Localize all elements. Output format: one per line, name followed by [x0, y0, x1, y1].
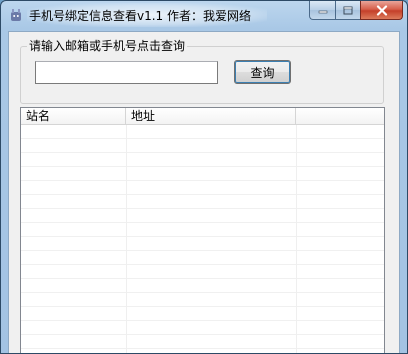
maximize-button[interactable] [335, 1, 360, 20]
main-window: 手机号绑定信息查看v1.1 作者：我爱网络 请输入邮箱或手机号点击查询 查询 站… [0, 0, 408, 354]
client-area: 请输入邮箱或手机号点击查询 查询 站名 地址 [8, 31, 400, 353]
grid-line [296, 125, 297, 353]
title-bar[interactable]: 手机号绑定信息查看v1.1 作者：我爱网络 [1, 1, 407, 31]
close-button[interactable] [360, 1, 403, 20]
window-title: 手机号绑定信息查看v1.1 作者：我爱网络 [29, 9, 252, 23]
search-group-label: 请输入邮箱或手机号点击查询 [27, 39, 188, 53]
caption-buttons [309, 1, 403, 21]
minimize-icon [318, 10, 327, 14]
grid-line [126, 125, 127, 353]
column-header-empty[interactable] [296, 108, 384, 125]
column-header-site-name[interactable]: 站名 [21, 108, 126, 125]
listview-body[interactable] [21, 125, 384, 353]
column-header-address[interactable]: 地址 [126, 108, 296, 125]
app-icon [11, 9, 21, 21]
maximize-icon [343, 6, 353, 14]
close-icon [376, 4, 387, 16]
results-listview[interactable]: 站名 地址 [20, 107, 385, 353]
minimize-button[interactable] [309, 1, 335, 20]
email-or-phone-input[interactable] [35, 61, 218, 84]
query-button[interactable]: 查询 [234, 60, 291, 84]
listview-header: 站名 地址 [21, 108, 384, 125]
